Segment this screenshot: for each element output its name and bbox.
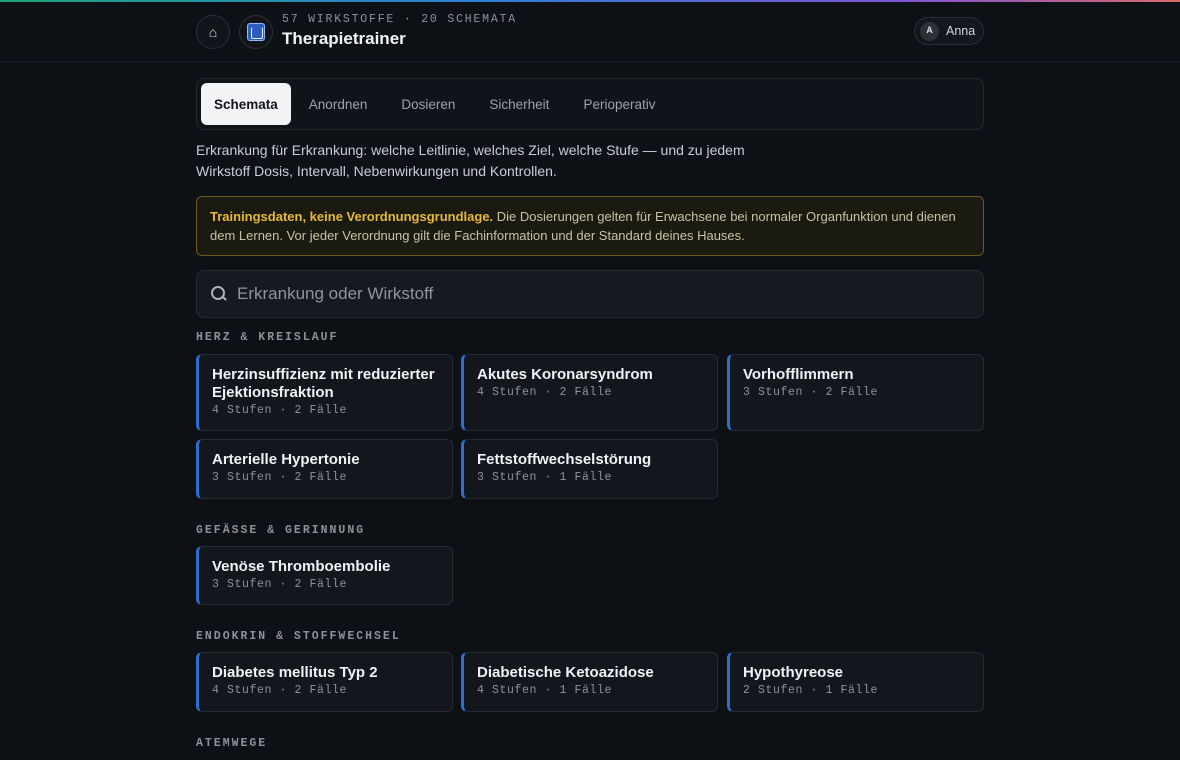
- home-button[interactable]: ⌂: [196, 15, 230, 49]
- scheme-card-title: Fettstoffwechselstörung: [477, 451, 652, 468]
- scheme-card[interactable]: Arterielle Hypertonie 3 Stufen · 2 Fälle: [196, 439, 453, 499]
- tab-bar: Schemata Anordnen Dosieren Sicherheit Pe…: [196, 78, 984, 130]
- scheme-card[interactable]: Diabetische Ketoazidose 4 Stufen · 1 Fäl…: [461, 652, 718, 712]
- home-icon: ⌂: [208, 24, 218, 40]
- scheme-card-title: Vorhofflimmern: [743, 366, 854, 383]
- app-header: ⌂ 57 WIRKSTOFFE · 20 SCHEMATA Therapietr…: [0, 2, 1180, 62]
- scheme-card-meta: 4 Stufen · 2 Fälle: [212, 684, 348, 697]
- scheme-card[interactable]: Hypothyreose 2 Stufen · 1 Fälle: [727, 652, 984, 712]
- disclaimer-notice: Trainingsdaten, keine Verordnungsgrundla…: [196, 196, 984, 256]
- user-name: Anna: [946, 24, 976, 38]
- scheme-card[interactable]: Diabetes mellitus Typ 2 4 Stufen · 2 Fäl…: [196, 652, 453, 712]
- app-logo: [239, 15, 273, 49]
- scheme-card-meta: 2 Stufen · 1 Fälle: [743, 684, 879, 697]
- scheme-card-meta: 4 Stufen · 2 Fälle: [212, 404, 348, 417]
- scheme-card[interactable]: Fettstoffwechselstörung 3 Stufen · 1 Fäl…: [461, 439, 718, 499]
- scheme-card-meta: 3 Stufen · 1 Fälle: [477, 471, 613, 484]
- scheme-card-meta: 4 Stufen · 2 Fälle: [477, 386, 613, 399]
- scheme-card-title: Arterielle Hypertonie: [212, 451, 360, 468]
- scheme-card-meta: 3 Stufen · 2 Fälle: [212, 471, 348, 484]
- tab-perioperativ[interactable]: Perioperativ: [567, 83, 671, 125]
- section-title: HERZ & KREISLAUF: [196, 331, 339, 344]
- app-logo-icon: [247, 23, 265, 41]
- scheme-card-meta: 3 Stufen · 2 Fälle: [743, 386, 879, 399]
- scheme-card-title: Herzinsuffizienz mit reduzierter Ejektio…: [212, 366, 435, 401]
- section-title: GEFÄSSE & GERINNUNG: [196, 524, 366, 537]
- scheme-card-title: Hypothyreose: [743, 664, 844, 681]
- avatar: A: [920, 21, 939, 41]
- section-title: ATEMWEGE: [196, 737, 268, 750]
- scheme-card-title: Akutes Koronarsyndrom: [477, 366, 653, 383]
- user-menu-button[interactable]: A Anna: [914, 17, 984, 45]
- app-stats: 57 WIRKSTOFFE · 20 SCHEMATA: [282, 13, 517, 26]
- page-intro: Erkrankung für Erkrankung: welche Leitli…: [196, 142, 745, 179]
- search-bar: [196, 270, 984, 318]
- scheme-card-meta: 4 Stufen · 1 Fälle: [477, 684, 613, 697]
- section-title: ENDOKRIN & STOFFWECHSEL: [196, 630, 401, 643]
- tab-anordnen[interactable]: Anordnen: [293, 83, 384, 125]
- scheme-card-title: Diabetes mellitus Typ 2: [212, 664, 378, 681]
- search-icon: [211, 286, 227, 302]
- scheme-card[interactable]: Vorhofflimmern 3 Stufen · 2 Fälle: [727, 354, 984, 431]
- scheme-card-meta: 3 Stufen · 2 Fälle: [212, 578, 348, 591]
- tab-sicherheit[interactable]: Sicherheit: [473, 83, 565, 125]
- tab-dosieren[interactable]: Dosieren: [385, 83, 471, 125]
- scheme-card[interactable]: Herzinsuffizienz mit reduzierter Ejektio…: [196, 354, 453, 431]
- scheme-card[interactable]: Venöse Thromboembolie 3 Stufen · 2 Fälle: [196, 546, 453, 605]
- scheme-card-title: Diabetische Ketoazidose: [477, 664, 654, 681]
- disclaimer-heading: Trainingsdaten, keine Verordnungsgrundla…: [210, 209, 494, 224]
- scheme-card-title: Venöse Thromboembolie: [212, 558, 391, 575]
- tab-schemata[interactable]: Schemata: [201, 83, 291, 125]
- app-title: Therapietrainer: [282, 29, 406, 48]
- search-input[interactable]: [237, 284, 937, 304]
- scheme-card[interactable]: Akutes Koronarsyndrom 4 Stufen · 2 Fälle: [461, 354, 718, 431]
